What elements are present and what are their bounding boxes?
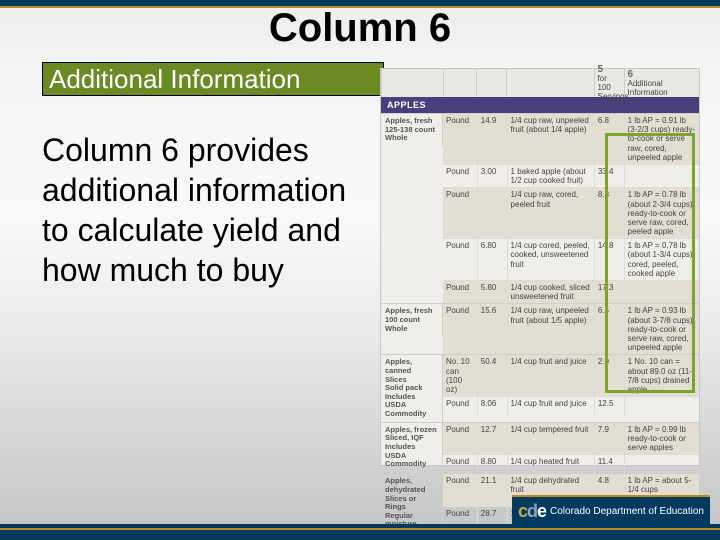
cell-ps: 2.0 <box>594 355 624 396</box>
table-header-row: 5for 100 Servings 6Additional Informatio… <box>381 69 699 97</box>
cell-ps: 33.4 <box>594 165 624 187</box>
cell-ps: 6.5 <box>594 304 624 354</box>
cell-ss: 1/4 cup raw, cored, peeled fruit <box>507 188 594 238</box>
cde-logo-text: Colorado Department of Education <box>550 506 704 517</box>
cell-ai: 1 lb AP = 0.78 lb (about 1-3/4 cups) cor… <box>624 239 699 280</box>
cell-unit: No. 10 can (100 oz) <box>443 355 477 396</box>
cell-ai: 1 lb AP = 0.93 lb (about 3-7/8 cups) rea… <box>624 304 699 354</box>
cell-ss: 1/4 cup fruit and juice <box>507 355 594 396</box>
food-item-name: Apples, cannedSlicesSolid packIncludes U… <box>381 355 443 421</box>
cell-ss: 1/4 cup raw, unpeeled fruit (about 1/4 a… <box>507 114 594 164</box>
cell-unit: Pound <box>443 281 477 303</box>
cell-unit: Pound <box>443 304 477 354</box>
cell-ps: 14.8 <box>594 239 624 280</box>
cell-sp: 15.6 <box>477 304 507 354</box>
table-row: Pound15.61/4 cup raw, unpeeled fruit (ab… <box>443 304 699 354</box>
table-group: Apples, fresh100 countWholePound15.61/4 … <box>381 303 699 354</box>
cell-unit: Pound <box>443 239 477 280</box>
cell-ai <box>624 281 699 303</box>
table-row: Pound 1/4 cup raw, cored, peeled fruit8.8… <box>443 187 699 238</box>
cell-sp: 5.80 <box>477 281 507 303</box>
cell-unit: Pound <box>443 507 477 525</box>
table-group: Apples, frozenSliced, IQFIncludes USDA C… <box>381 422 699 474</box>
cell-sp: 6.80 <box>477 239 507 280</box>
slide-subtitle: Additional Information <box>42 62 384 96</box>
cell-ss: 1 baked apple (about 1/2 cup cooked frui… <box>507 165 594 187</box>
cell-ps: 11.4 <box>594 455 624 473</box>
table-group: Apples, fresh125-138 countWholePound14.9… <box>381 113 699 303</box>
cell-sp: 12.7 <box>477 423 507 455</box>
footer-bar <box>0 530 720 540</box>
table-row: Pound12.71/4 cup tempered fruit7.91 lb A… <box>443 423 699 455</box>
cell-ai <box>624 165 699 187</box>
table-row: Pound6.801/4 cup cored, peeled, cooked, … <box>443 238 699 280</box>
cell-ss: 1/4 cup cooked, sliced unsweetened fruit <box>507 281 594 303</box>
cell-sp <box>477 188 507 238</box>
cell-ss: 1/4 cup heated fruit <box>507 455 594 473</box>
cde-logo-mark: cde <box>518 501 546 522</box>
table-row: Pound5.801/4 cup cooked, sliced unsweete… <box>443 280 699 303</box>
table-group: Apples, cannedSlicesSolid packIncludes U… <box>381 354 699 421</box>
cell-sp: 8.06 <box>477 397 507 415</box>
table-row: No. 10 can (100 oz)50.41/4 cup fruit and… <box>443 355 699 396</box>
cell-unit: Pound <box>443 114 477 164</box>
food-item-name: Apples, fresh100 countWhole <box>381 304 443 336</box>
cde-logo: cde Colorado Department of Education <box>512 495 710 526</box>
cell-ps: 8.8 <box>594 188 624 238</box>
cell-ai <box>624 397 699 415</box>
cell-unit: Pound <box>443 188 477 238</box>
cell-ss: 1/4 cup raw, unpeeled fruit (about 1/5 a… <box>507 304 594 354</box>
cell-ps: 17.3 <box>594 281 624 303</box>
table-row: Pound8.801/4 cup heated fruit11.4 <box>443 454 699 473</box>
cell-ai: 1 lb AP = 0.91 lb (3-2/3 cups) ready-to-… <box>624 114 699 164</box>
cell-ps: 6.8 <box>594 114 624 164</box>
cell-ps: 7.9 <box>594 423 624 455</box>
slide-body: Column 6 provides additional information… <box>42 130 372 290</box>
cell-unit: Pound <box>443 165 477 187</box>
cell-unit: Pound <box>443 397 477 415</box>
cell-ss: 1/4 cup tempered fruit <box>507 423 594 455</box>
slide-title: Column 6 <box>0 6 720 51</box>
food-item-name: Apples, frozenSliced, IQFIncludes USDA C… <box>381 423 443 472</box>
table-section-heading: APPLES <box>381 97 699 113</box>
cell-sp: 8.80 <box>477 455 507 473</box>
cell-unit: Pound <box>443 423 477 455</box>
cell-sp: 14.9 <box>477 114 507 164</box>
cell-sp: 28.7 <box>477 507 507 525</box>
cell-ps: 12.5 <box>594 397 624 415</box>
cell-sp: 3.00 <box>477 165 507 187</box>
cell-ss: 1/4 cup cored, peeled, cooked, unsweeten… <box>507 239 594 280</box>
cell-ai <box>624 455 699 473</box>
cell-sp: 50.4 <box>477 355 507 396</box>
cell-sp: 21.1 <box>477 474 507 506</box>
cell-unit: Pound <box>443 474 477 506</box>
cell-ai: 1 lb AP = 0.99 lb ready-to-cook or serve… <box>624 423 699 455</box>
food-item-name: Apples, fresh125-138 countWhole <box>381 114 443 146</box>
cell-ss: 1/4 cup fruit and juice <box>507 397 594 415</box>
table-row: Pound3.001 baked apple (about 1/2 cup co… <box>443 164 699 187</box>
cell-ai: 1 No. 10 can = about 89.0 oz (11-7/8 cup… <box>624 355 699 396</box>
cell-ai: 1 lb AP = 0.78 lb (about 2-3/4 cups) rea… <box>624 188 699 238</box>
cell-unit: Pound <box>443 455 477 473</box>
food-buying-guide-table: 5for 100 Servings 6Additional Informatio… <box>380 68 700 466</box>
table-row: Pound14.91/4 cup raw, unpeeled fruit (ab… <box>443 114 699 164</box>
table-row: Pound8.061/4 cup fruit and juice12.5 <box>443 396 699 415</box>
